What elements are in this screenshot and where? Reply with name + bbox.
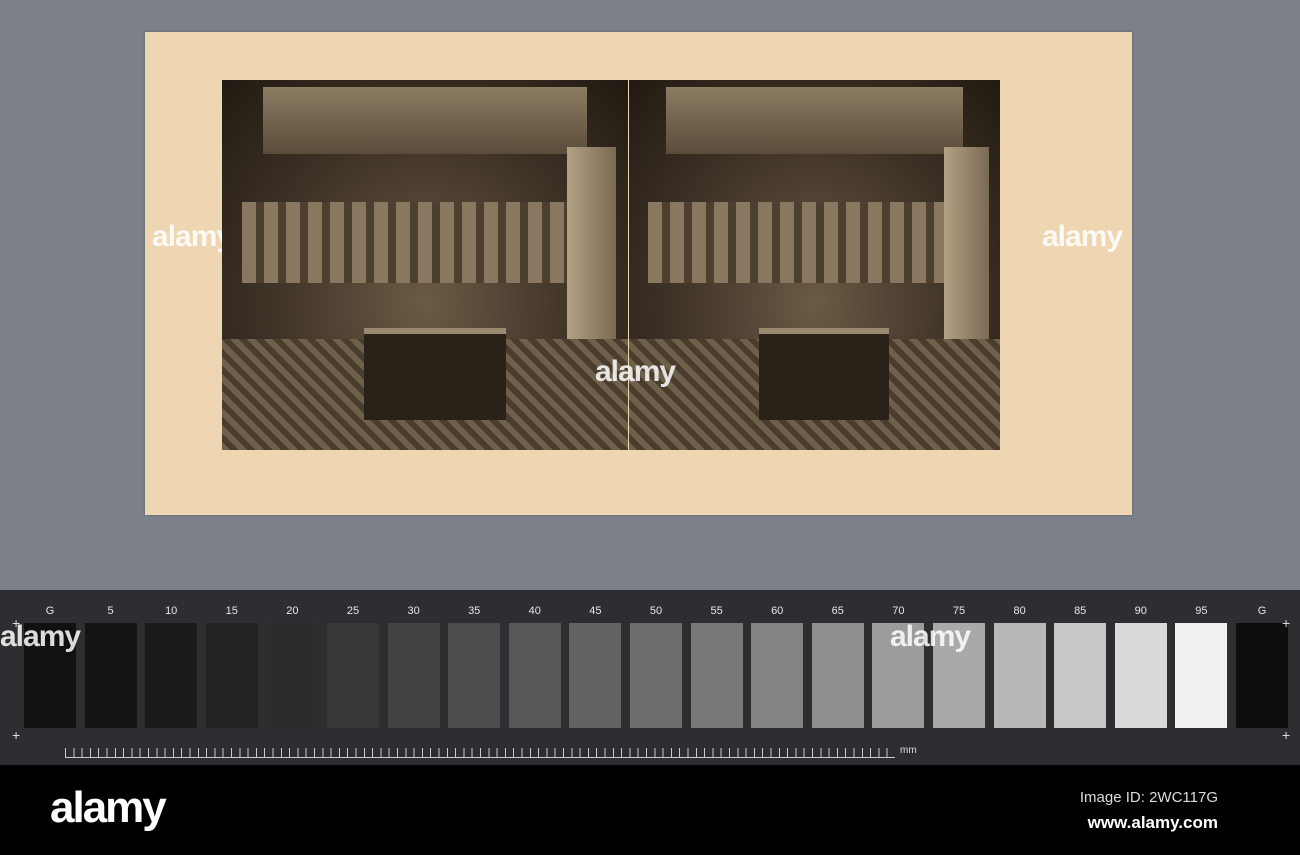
patch-label: 80	[1013, 605, 1026, 617]
gray-patch	[145, 623, 198, 728]
stereo-photo-left	[222, 80, 628, 450]
patch-label: 30	[407, 605, 420, 617]
patch-label: 65	[831, 605, 844, 617]
watermark: alamy	[0, 620, 81, 653]
patch-label: 35	[468, 605, 481, 617]
gray-patch	[84, 623, 137, 728]
patch-label: 50	[649, 605, 663, 617]
watermark: alamy	[595, 355, 676, 388]
gray-patch	[569, 623, 622, 728]
gray-patch	[508, 623, 561, 728]
image-id: Image ID: 2WC117G	[1079, 789, 1218, 806]
gray-patch	[205, 623, 258, 728]
gray-patch	[1236, 623, 1288, 728]
website-link[interactable]: www.alamy.com	[1088, 813, 1218, 833]
patch-label: 45	[589, 605, 602, 617]
patch-label: 85	[1074, 605, 1087, 617]
stereo-photo-right	[629, 80, 1000, 450]
gray-patch	[1054, 623, 1107, 728]
patch-label: 60	[771, 605, 784, 617]
mm-ruler	[65, 748, 895, 758]
patch-label: 90	[1134, 605, 1147, 617]
patch-label: 10	[165, 605, 178, 617]
gray-patch	[1114, 623, 1167, 728]
patch-label: G	[1257, 605, 1267, 617]
gray-patch	[811, 623, 864, 728]
watermark: alamy	[1042, 220, 1123, 253]
alamy-logo: alamy	[50, 783, 167, 832]
gray-patch	[1175, 623, 1228, 728]
patch-label: 95	[1195, 605, 1208, 617]
gray-patch	[448, 623, 501, 728]
watermark: alamy	[152, 220, 233, 253]
gray-patch	[266, 623, 319, 728]
gray-patch	[327, 623, 379, 728]
patch-label: 25	[346, 605, 360, 617]
patch-label: 15	[225, 605, 238, 617]
patch-label: G	[45, 605, 55, 617]
patch-label: 20	[286, 605, 299, 617]
gray-patch	[387, 623, 440, 728]
ruler-unit: mm	[900, 745, 917, 756]
watermark: alamy	[890, 620, 971, 653]
gray-patch	[690, 623, 743, 728]
gray-patch	[630, 623, 682, 728]
patch-label: 70	[892, 605, 905, 617]
patch-label: 55	[710, 605, 723, 617]
patch-label: 5	[107, 605, 114, 617]
footer-bar: alamy Image ID: 2WC117G www.alamy.com	[0, 765, 1300, 855]
gray-patch	[993, 623, 1046, 728]
patch-label: 75	[952, 605, 966, 617]
grayscale-calibration-strip: G 5 10 15 20 25 30 35 40 45 50 55 60 65 70 75 80 85 90 95 G …	[0, 590, 1300, 765]
gray-patch	[751, 623, 804, 728]
patch-label: 40	[528, 605, 541, 617]
